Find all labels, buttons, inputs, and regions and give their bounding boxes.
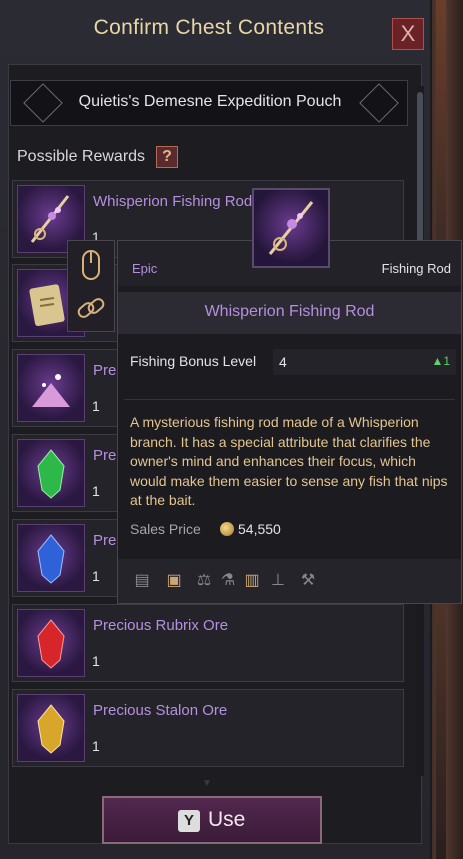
use-label: Use (208, 808, 246, 831)
item-qty: 1 (92, 738, 100, 754)
item-action-bar (67, 240, 115, 332)
item-name: Whisperion Fishing Rod (93, 193, 253, 210)
item-qty: 1 (92, 568, 100, 584)
item-tooltip: Epic Fishing Rod Whisperion Fishing Rod … (117, 240, 462, 604)
mouse-icon[interactable] (72, 245, 110, 285)
item-qty: 1 (92, 398, 100, 414)
tooltip-name-band: Whisperion Fishing Rod (118, 292, 461, 334)
possible-rewards-label: Possible Rewards (17, 148, 146, 165)
coin-icon (220, 522, 234, 536)
use-button[interactable]: Y Use (102, 796, 322, 844)
red-ore-icon (17, 609, 85, 677)
crate-icon: ▣ (166, 572, 182, 589)
stat-row: Fishing Bonus Level 4 ▲1 (118, 347, 461, 377)
hammer-icon: ⚒ (300, 572, 316, 589)
stat-label: Fishing Bonus Level (130, 353, 257, 369)
yellow-ore-icon (17, 694, 85, 762)
item-name: Pre (93, 447, 117, 464)
chest-name: Quietis's Demesne Expedition Pouch (78, 93, 342, 110)
stat-value: 4 (279, 354, 287, 370)
help-button[interactable]: ? (156, 146, 178, 168)
trash-icon: ▥ (244, 572, 260, 589)
sales-price-value: 54,550 (238, 521, 281, 537)
item-name: Pre (93, 362, 117, 379)
green-ore-icon (17, 439, 85, 507)
reward-item-rubrix[interactable]: Precious Rubrix Ore 1 (12, 604, 404, 682)
book-icon: ▤ (134, 572, 150, 589)
scroll-down-indicator: ▼ (202, 778, 212, 789)
reward-item-stalon[interactable]: Precious Stalon Ore 1 (12, 689, 404, 767)
close-button[interactable]: X (392, 18, 424, 50)
flask-icon: ⚗ (220, 572, 236, 589)
item-type: Fishing Rod (381, 261, 451, 276)
sales-price-label: Sales Price (130, 521, 201, 537)
item-name: Precious Stalon Ore (93, 702, 228, 719)
key-hint: Y (178, 810, 200, 832)
tooltip-item-name: Whisperion Fishing Rod (204, 303, 375, 320)
rarity-label: Epic (132, 261, 158, 276)
tooltip-item-icon (252, 188, 330, 268)
divider (124, 399, 455, 400)
window-title: Confirm Chest Contents (93, 16, 325, 39)
item-name: Pre (93, 532, 117, 549)
stat-change: ▲1 (431, 354, 450, 368)
anvil-icon: ⊥ (271, 572, 285, 589)
stat-value-box: 4 ▲1 (273, 349, 456, 375)
scale-icon: ⚖ (196, 572, 212, 589)
item-qty: 1 (92, 483, 100, 499)
chest-name-banner: Quietis's Demesne Expedition Pouch (10, 80, 408, 126)
blue-ore-icon (17, 524, 85, 592)
link-icon[interactable] (72, 289, 110, 329)
item-name: Precious Rubrix Ore (93, 617, 229, 634)
item-description: A mysterious fishing rod made of a Whisp… (130, 414, 448, 508)
pink-dust-icon (17, 354, 85, 422)
tooltip-icon-bar: ▤ ▣ ⚖ ⚗ ▥ ⊥ ⚒ (118, 559, 461, 603)
item-qty: 1 (92, 653, 100, 669)
